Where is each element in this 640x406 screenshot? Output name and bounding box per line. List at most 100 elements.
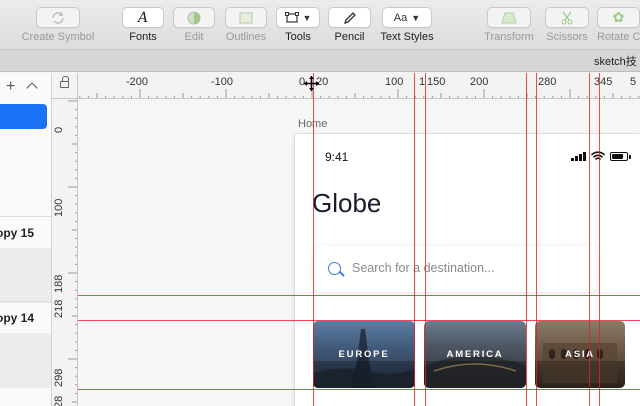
card-label: ASIA	[565, 349, 595, 360]
tools-tool[interactable]: ▼ Tools	[276, 7, 320, 47]
edit-tool[interactable]: Edit	[173, 7, 215, 47]
ruler-label: 0	[53, 126, 65, 133]
fonts-label: Fonts	[129, 31, 157, 43]
pencil-icon	[343, 11, 356, 24]
ruler-label: 150	[427, 76, 446, 88]
text-styles-icon: Aa	[393, 11, 408, 24]
outlines-icon	[239, 12, 253, 23]
layer-group[interactable]: opy 15	[0, 216, 51, 303]
ruler-label: -100	[211, 76, 234, 88]
text-styles-button[interactable]: Aa ▼	[382, 7, 432, 28]
wifi-icon	[591, 151, 605, 160]
layer-row[interactable]	[0, 248, 51, 303]
lock-icon[interactable]	[60, 76, 69, 88]
destination-card-europe[interactable]: EUROPE	[313, 321, 415, 388]
move-cursor-icon	[304, 76, 319, 91]
chevron-down-icon: ▼	[411, 12, 421, 23]
add-page-icon[interactable]: +	[6, 78, 15, 96]
fonts-icon: A	[137, 9, 149, 26]
horizontal-ruler[interactable]: -200 -100 0 20 100 1 150 200 280 345 5	[52, 73, 640, 99]
ruler-label: 100	[53, 198, 65, 217]
ruler-guide[interactable]	[599, 73, 600, 406]
rotate-copies-tool[interactable]: ✿ Rotate C	[597, 7, 640, 47]
transform-box-icon	[284, 11, 299, 23]
scissors-label: Scissors	[546, 31, 588, 43]
ruler-guide[interactable]	[536, 73, 537, 406]
ruler-guide[interactable]	[414, 73, 415, 406]
rotate-copies-button[interactable]: ✿	[597, 7, 640, 28]
page-title: Globe	[312, 188, 382, 218]
search-field[interactable]: Search for a destination...	[313, 246, 598, 292]
battery-icon	[610, 151, 631, 161]
outlines-label: Outlines	[225, 31, 267, 43]
cellular-signal-icon	[571, 151, 586, 161]
rotate-copies-label: Rotate C	[597, 31, 640, 43]
edit-button[interactable]	[173, 7, 215, 28]
destination-card-america[interactable]: AMERICA	[424, 321, 526, 388]
vertical-ruler[interactable]: 0 100 188 218 298 28	[52, 99, 78, 406]
toolbar: Create Symbol A Fonts Edit Outlines ▼ To…	[0, 0, 640, 50]
ruler-label: 345	[594, 76, 613, 88]
search-icon	[328, 262, 341, 275]
create-symbol-icon	[52, 11, 64, 24]
collapse-chevron-icon[interactable]	[26, 82, 38, 94]
layer-group-label: opy 14	[0, 311, 35, 325]
transform-icon	[501, 12, 517, 23]
outlines-button[interactable]	[225, 7, 267, 28]
destination-card-asia[interactable]: ASIA	[535, 321, 625, 388]
tools-label: Tools	[285, 31, 311, 43]
ruler-label: 218	[53, 299, 65, 318]
fonts-button[interactable]: A	[122, 7, 164, 28]
ruler-guide[interactable]	[526, 73, 527, 406]
scissors-button[interactable]	[545, 7, 589, 28]
layer-group-label: opy 15	[0, 226, 35, 240]
layer-list-panel: + opy 15 opy 14	[0, 73, 52, 406]
scissors-icon	[561, 11, 573, 24]
ruler-guide[interactable]	[589, 73, 590, 406]
ruler-guide[interactable]	[78, 389, 640, 390]
selected-page-row[interactable]	[0, 104, 47, 129]
ruler-label: -200	[126, 76, 149, 88]
outlines-tool[interactable]: Outlines	[224, 7, 268, 47]
edit-icon	[187, 11, 201, 24]
card-label: AMERICA	[446, 349, 504, 360]
pencil-button[interactable]	[328, 7, 371, 28]
text-styles-label: Text Styles	[380, 31, 434, 43]
rotate-copies-icon: ✿	[612, 9, 625, 25]
tools-button[interactable]: ▼	[276, 7, 320, 28]
fonts-tool[interactable]: A Fonts	[122, 7, 164, 47]
vertical-ruler-ticks	[68, 100, 77, 403]
ruler-corner[interactable]	[52, 73, 78, 99]
ruler-label: 28	[53, 395, 65, 406]
ruler-label: 200	[470, 76, 489, 88]
ruler-label: 298	[53, 368, 65, 387]
create-symbol-button[interactable]	[36, 7, 80, 28]
transform-button[interactable]	[487, 7, 531, 28]
create-symbol-label: Create Symbol	[21, 31, 95, 43]
card-label: EUROPE	[338, 349, 390, 360]
layer-group[interactable]: opy 14	[0, 301, 51, 388]
transform-label: Transform	[484, 31, 534, 43]
search-placeholder: Search for a destination...	[352, 261, 495, 275]
layer-row[interactable]	[0, 333, 51, 388]
scissors-tool[interactable]: Scissors	[544, 7, 590, 47]
ruler-label: 280	[538, 76, 557, 88]
ruler-guide[interactable]	[313, 73, 314, 406]
create-symbol-tool[interactable]: Create Symbol	[20, 7, 96, 47]
text-styles-tool[interactable]: Aa ▼ Text Styles	[380, 7, 434, 47]
document-tab[interactable]: sketch技	[594, 53, 640, 69]
transform-tool[interactable]: Transform	[482, 7, 536, 47]
ruler-guide[interactable]	[425, 73, 426, 406]
ruler-label: 5	[630, 76, 637, 88]
ruler-guide[interactable]	[78, 320, 640, 321]
layer-list-header: +	[0, 73, 51, 103]
pencil-tool[interactable]: Pencil	[328, 7, 371, 47]
chevron-down-icon: ▼	[302, 12, 312, 23]
ruler-guide[interactable]	[78, 295, 640, 296]
status-bar-time: 9:41	[325, 150, 349, 164]
document-tab-bar: sketch技	[0, 50, 640, 72]
canvas[interactable]: Home 9:41 Globe Search for a destination…	[78, 99, 640, 406]
pencil-label: Pencil	[334, 31, 365, 43]
ruler-label: 188	[53, 274, 65, 293]
ruler-label: 100	[385, 76, 404, 88]
